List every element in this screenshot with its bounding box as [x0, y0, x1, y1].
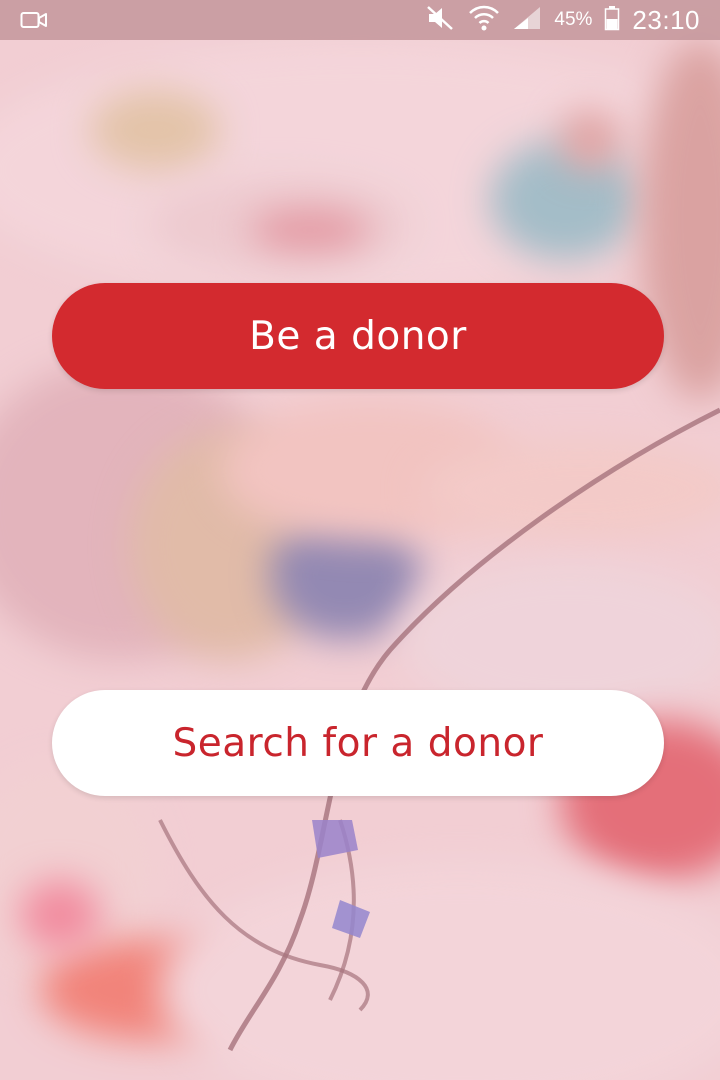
video-camera-icon: [20, 10, 48, 35]
be-a-donor-label: Be a donor: [249, 313, 467, 359]
battery-percent: 45%: [554, 9, 593, 30]
background-photo: [0, 0, 720, 1080]
photo-tint-overlay: [0, 0, 720, 1080]
mute-icon: [426, 5, 456, 36]
signal-icon: [512, 5, 542, 36]
app-screen: 45% 23:10 Be a donor Search for a donor: [0, 0, 720, 1080]
wifi-icon: [468, 4, 500, 37]
status-icons: 45% 23:10: [426, 0, 700, 40]
search-for-donor-button[interactable]: Search for a donor: [52, 690, 664, 796]
be-a-donor-button[interactable]: Be a donor: [52, 283, 664, 389]
battery-icon: [604, 5, 620, 36]
status-bar: 45% 23:10: [0, 0, 720, 40]
search-for-donor-label: Search for a donor: [172, 720, 544, 766]
clock: 23:10: [632, 4, 700, 35]
